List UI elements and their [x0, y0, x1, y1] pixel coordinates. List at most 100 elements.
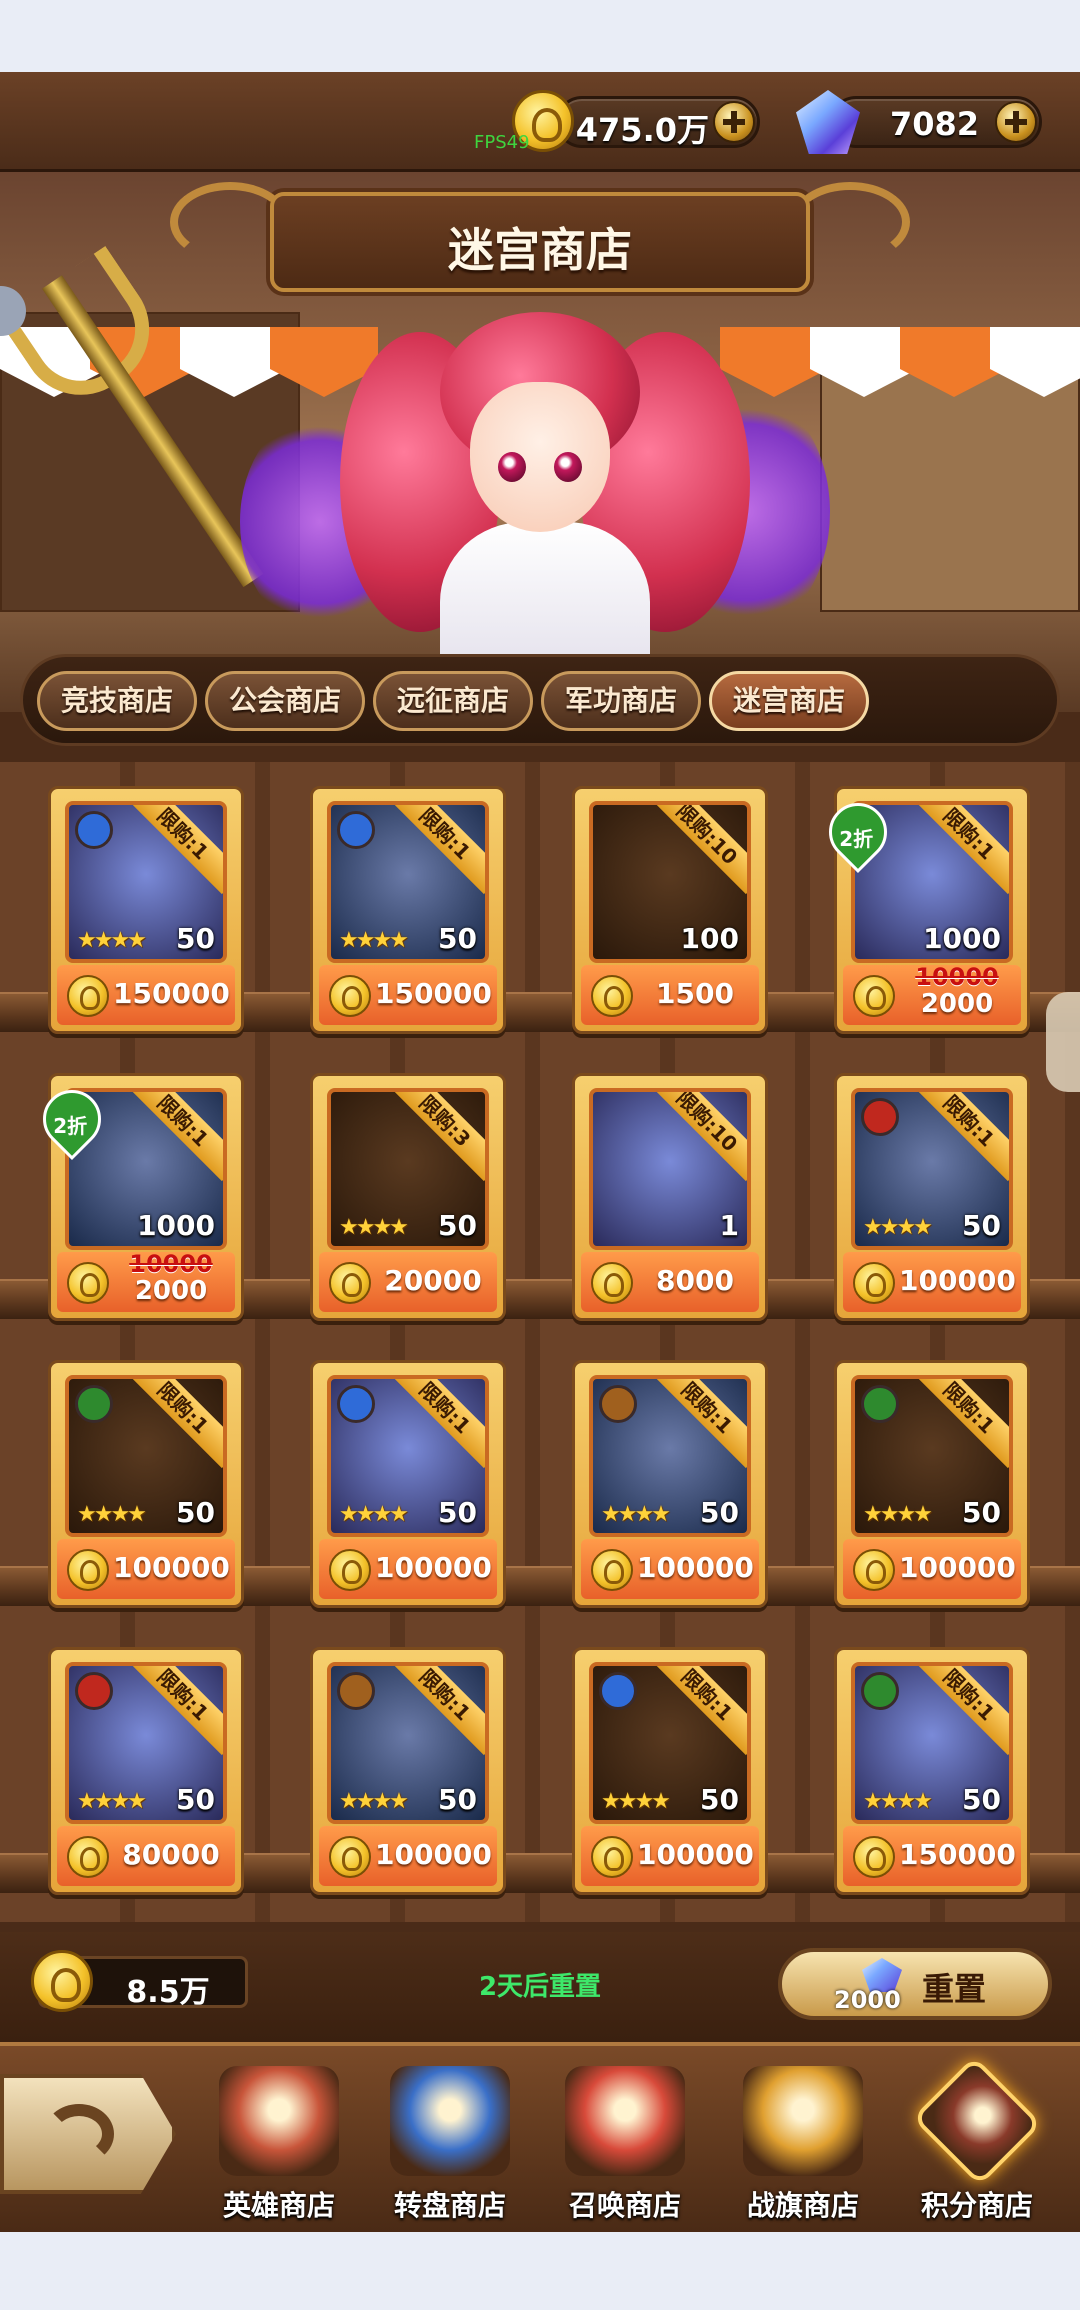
flag	[990, 327, 1080, 397]
discounted-price: 2000	[920, 989, 994, 1019]
faction-icon	[75, 811, 113, 849]
purchase-limit-label: 限购:3	[393, 1092, 485, 1182]
star-rating: ★★★★	[863, 1215, 933, 1240]
discount-label: 2折	[53, 1113, 88, 1138]
maze-coin-icon	[591, 1836, 633, 1878]
purchase-limit-badge: 限购:1	[655, 1666, 747, 1758]
item-count: 50	[962, 1783, 1001, 1816]
item-image: 限购:1 ★★★★ 50	[589, 1375, 751, 1537]
maze-coin-icon	[591, 975, 633, 1017]
currency-bar: 475.0万 7082 FPS49	[0, 72, 1080, 172]
shop-item-card[interactable]: 限购:1 ★★★★ 50 100000	[834, 1073, 1030, 1321]
nav-wheel-shop[interactable]: 转盘商店	[365, 2056, 535, 2232]
price-bar: 100000	[843, 1252, 1021, 1312]
purchase-limit-badge: 限购:1	[131, 805, 223, 897]
nav-banner-shop[interactable]: 战旗商店	[718, 2056, 888, 2232]
star-rating: ★★★★	[77, 1502, 147, 1527]
item-count: 50	[438, 1209, 477, 1242]
item-image: 限购:10 1	[589, 1088, 751, 1250]
shop-item-card[interactable]: 限购:1 ★★★★ 50 100000	[310, 1647, 506, 1895]
item-price: 20000	[384, 1264, 482, 1297]
maze-coin-icon	[67, 975, 109, 1017]
item-shelves: 限购:1 ★★★★ 50 150000 限购:1 ★★★★ 50 150000 限购:10 100…	[0, 762, 1080, 1922]
tab-arena-shop[interactable]: 竞技商店	[37, 671, 197, 731]
nav-summon-shop[interactable]: 召唤商店	[540, 2056, 710, 2232]
maze-coin-icon	[853, 975, 895, 1017]
faction-icon	[75, 1672, 113, 1710]
shop-item-card[interactable]: 限购:1 ★★★★ 50 150000	[834, 1647, 1030, 1895]
star-rating: ★★★★	[863, 1789, 933, 1814]
item-price: 100000	[637, 1551, 754, 1584]
shop-item-card[interactable]: 限购:1 ★★★★ 50 150000	[48, 786, 244, 1034]
tab-expedition-shop[interactable]: 远征商店	[373, 671, 533, 731]
nav-hero-shop[interactable]: 英雄商店	[194, 2056, 364, 2232]
purchase-limit-badge: 限购:1	[655, 1379, 747, 1471]
shop-item-card[interactable]: 限购:1 ★★★★ 50 150000	[310, 786, 506, 1034]
nav-points-shop[interactable]: 积分商店	[892, 2055, 1062, 2232]
maze-coin-icon	[329, 1836, 371, 1878]
shop-item-card[interactable]: 限购:1 1000 2折 10000 2000	[816, 786, 1030, 1034]
item-price: 100000	[899, 1264, 1016, 1297]
shop-item-card[interactable]: 限购:1 ★★★★ 50 100000	[572, 1360, 768, 1608]
faction-icon	[861, 1672, 899, 1710]
shop-banner: 迷宫商店	[0, 172, 1080, 712]
tab-merit-shop[interactable]: 军功商店	[541, 671, 701, 731]
shop-tab-bar: 竞技商店 公会商店 远征商店 军功商店 迷宫商店	[20, 654, 1060, 746]
shop-item-card[interactable]: 限购:1 ★★★★ 50 100000	[834, 1360, 1030, 1608]
add-gems-button[interactable]	[995, 101, 1037, 143]
tab-maze-shop[interactable]: 迷宫商店	[709, 671, 869, 731]
side-scroll-button[interactable]	[1046, 992, 1080, 1092]
shop-item-card[interactable]: 限购:1 1000 2折 10000 2000	[30, 1073, 244, 1321]
item-image: 限购:1 ★★★★ 50	[65, 801, 227, 963]
purchase-limit-badge: 限购:1	[917, 1666, 1009, 1758]
purchase-limit-label: 限购:1	[655, 1379, 747, 1469]
item-image: 限购:1 ★★★★ 50	[327, 801, 489, 963]
shop-item-card[interactable]: 限购:1 ★★★★ 50 100000	[310, 1360, 506, 1608]
purchase-limit-badge: 限购:1	[393, 1666, 485, 1758]
add-gold-button[interactable]	[713, 101, 755, 143]
star-rating: ★★★★	[339, 928, 409, 953]
item-price: 100000	[375, 1838, 492, 1871]
reset-timer: 2天后重置	[478, 1972, 602, 2002]
price-bar: 1500	[581, 965, 759, 1025]
shop-item-card[interactable]: 限购:1 ★★★★ 50 80000	[48, 1647, 244, 1895]
item-price: 8000	[656, 1264, 734, 1297]
maze-coin-icon	[329, 975, 371, 1017]
shop-item-card[interactable]: 限购:10 100 1500	[572, 786, 768, 1034]
maze-coin-balance: 8.5万	[31, 1950, 248, 2012]
reset-button[interactable]: 2000 重置	[778, 1948, 1052, 2020]
shop-item-card[interactable]: 限购:1 ★★★★ 50 100000	[48, 1360, 244, 1608]
price-bar: 100000	[319, 1826, 497, 1886]
balance-amount: 8.5万	[126, 1975, 210, 2010]
back-button[interactable]	[0, 2074, 176, 2194]
item-image: 限购:1 ★★★★ 50	[851, 1662, 1013, 1824]
item-count: 50	[176, 1783, 215, 1816]
maze-coin-icon	[591, 1549, 633, 1591]
price-bar: 10000 2000	[57, 1250, 235, 1312]
price-bar: 100000	[57, 1539, 235, 1599]
item-count: 1000	[137, 1209, 215, 1242]
shop-item-card[interactable]: 限购:10 1 8000	[572, 1073, 768, 1321]
shop-footer: 8.5万 2天后重置 2000 重置	[0, 1932, 1080, 2042]
faction-icon	[337, 1672, 375, 1710]
purchase-limit-label: 限购:1	[393, 1379, 485, 1469]
shop-item-card[interactable]: 限购:3 ★★★★ 50 20000	[310, 1073, 506, 1321]
nav-label: 战旗商店	[746, 2189, 859, 2222]
points-shop-icon	[911, 2055, 1043, 2187]
item-count: 50	[962, 1496, 1001, 1529]
price-bar: 100000	[319, 1539, 497, 1599]
tab-guild-shop[interactable]: 公会商店	[205, 671, 365, 731]
faction-icon	[599, 1385, 637, 1423]
eye	[554, 452, 582, 482]
faction-icon	[599, 1672, 637, 1710]
item-image: 限购:1 ★★★★ 50	[851, 1375, 1013, 1537]
maze-coin-icon	[67, 1262, 109, 1304]
gem-display: 7082	[830, 96, 1042, 148]
faction-icon	[75, 1385, 113, 1423]
discounted-price: 2000	[134, 1276, 208, 1306]
right-ornament	[790, 182, 910, 262]
price-bar: 100000	[581, 1826, 759, 1886]
purchase-limit-label: 限购:1	[917, 1379, 1009, 1469]
banner-shop-icon	[743, 2066, 863, 2176]
shop-item-card[interactable]: 限购:1 ★★★★ 50 100000	[572, 1647, 768, 1895]
